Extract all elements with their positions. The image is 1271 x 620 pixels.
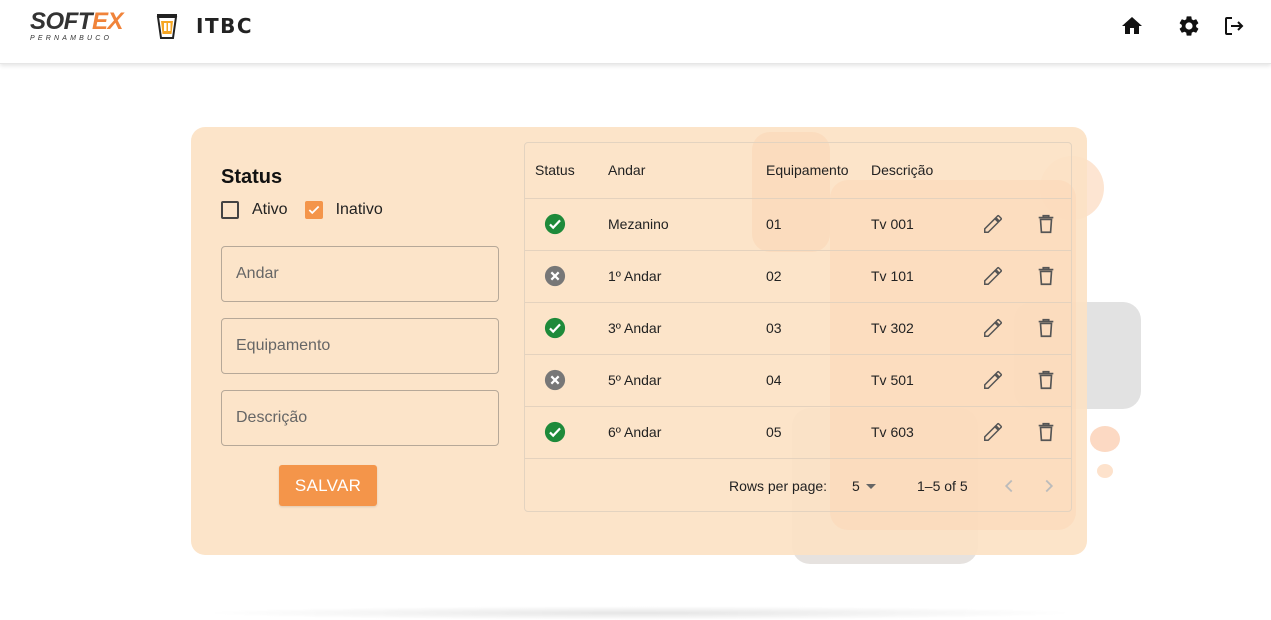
cell-andar: Mezanino — [608, 216, 669, 232]
check-circle-icon — [544, 317, 566, 339]
edit-icon[interactable] — [982, 369, 1004, 391]
row-divider — [525, 250, 1071, 251]
cell-equipamento: 02 — [766, 268, 782, 284]
row-divider — [525, 302, 1071, 303]
edit-icon[interactable] — [982, 265, 1004, 287]
row-divider — [525, 354, 1071, 355]
inativo-label: Inativo — [335, 201, 383, 218]
check-circle-icon — [544, 421, 566, 443]
cell-descricao: Tv 001 — [871, 216, 914, 232]
softex-logo-text: SOFTEX — [30, 8, 124, 35]
column-header-andar[interactable]: Andar — [608, 162, 645, 178]
logout-icon[interactable] — [1222, 14, 1246, 38]
cancel-circle-icon — [544, 369, 566, 391]
cell-andar: 1º Andar — [608, 268, 662, 284]
column-header-equipamento[interactable]: Equipamento — [766, 162, 849, 178]
softex-logo-subtitle: PERNAMBUCO — [30, 35, 113, 42]
pagination-range: 1–5 of 5 — [917, 478, 968, 494]
cell-descricao: Tv 603 — [871, 424, 914, 440]
trash-icon[interactable] — [1035, 317, 1057, 339]
cell-descricao: Tv 101 — [871, 268, 914, 284]
cell-equipamento: 01 — [766, 216, 782, 232]
caret-down-icon[interactable] — [866, 484, 876, 489]
cell-descricao: Tv 302 — [871, 320, 914, 336]
bottom-panel-shadow — [200, 606, 1080, 620]
edit-icon[interactable] — [982, 421, 1004, 443]
ativo-label: Ativo — [252, 201, 288, 218]
cell-andar: 5º Andar — [608, 372, 662, 388]
rows-per-page-select[interactable]: 5 — [852, 478, 860, 494]
save-button[interactable]: SALVAR — [279, 465, 377, 506]
status-checkbox-group: Ativo Inativo — [221, 199, 400, 221]
itbc-logo-text: ITBC — [196, 14, 254, 38]
gear-icon[interactable] — [1177, 14, 1201, 38]
trash-icon[interactable] — [1035, 213, 1057, 235]
trash-icon[interactable] — [1035, 369, 1057, 391]
softex-logo[interactable]: SOFTEX PERNAMBUCO — [30, 8, 134, 46]
decorative-shape — [1090, 426, 1120, 452]
home-icon[interactable] — [1120, 14, 1144, 38]
row-divider — [525, 406, 1071, 407]
row-divider — [525, 198, 1071, 199]
rows-per-page-label: Rows per page: — [729, 478, 828, 494]
cell-descricao: Tv 501 — [871, 372, 914, 388]
chevron-left-icon[interactable] — [998, 475, 1020, 497]
top-bar: SOFTEX PERNAMBUCO ITBC — [0, 0, 1271, 64]
chevron-right-icon[interactable] — [1038, 475, 1060, 497]
cell-equipamento: 04 — [766, 372, 782, 388]
edit-icon[interactable] — [982, 213, 1004, 235]
trash-icon[interactable] — [1035, 421, 1057, 443]
cell-andar: 3º Andar — [608, 320, 662, 336]
trash-icon[interactable] — [1035, 265, 1057, 287]
cell-equipamento: 03 — [766, 320, 782, 336]
column-header-status[interactable]: Status — [535, 162, 575, 178]
equipamento-input[interactable] — [221, 318, 499, 374]
cell-andar: 6º Andar — [608, 424, 662, 440]
itbc-cup-icon — [156, 14, 178, 39]
check-icon — [308, 205, 319, 215]
decorative-shape — [1097, 464, 1113, 478]
status-heading: Status — [221, 166, 283, 188]
edit-icon[interactable] — [982, 317, 1004, 339]
check-circle-icon — [544, 213, 566, 235]
itbc-logo[interactable]: ITBC — [154, 10, 253, 42]
inativo-checkbox[interactable] — [304, 201, 323, 219]
ativo-checkbox[interactable] — [221, 201, 239, 219]
column-header-descricao[interactable]: Descrição — [871, 162, 933, 178]
row-divider — [525, 458, 1071, 459]
descricao-input[interactable] — [221, 390, 499, 446]
cell-equipamento: 05 — [766, 424, 782, 440]
cancel-circle-icon — [544, 265, 566, 287]
andar-input[interactable] — [221, 246, 499, 302]
